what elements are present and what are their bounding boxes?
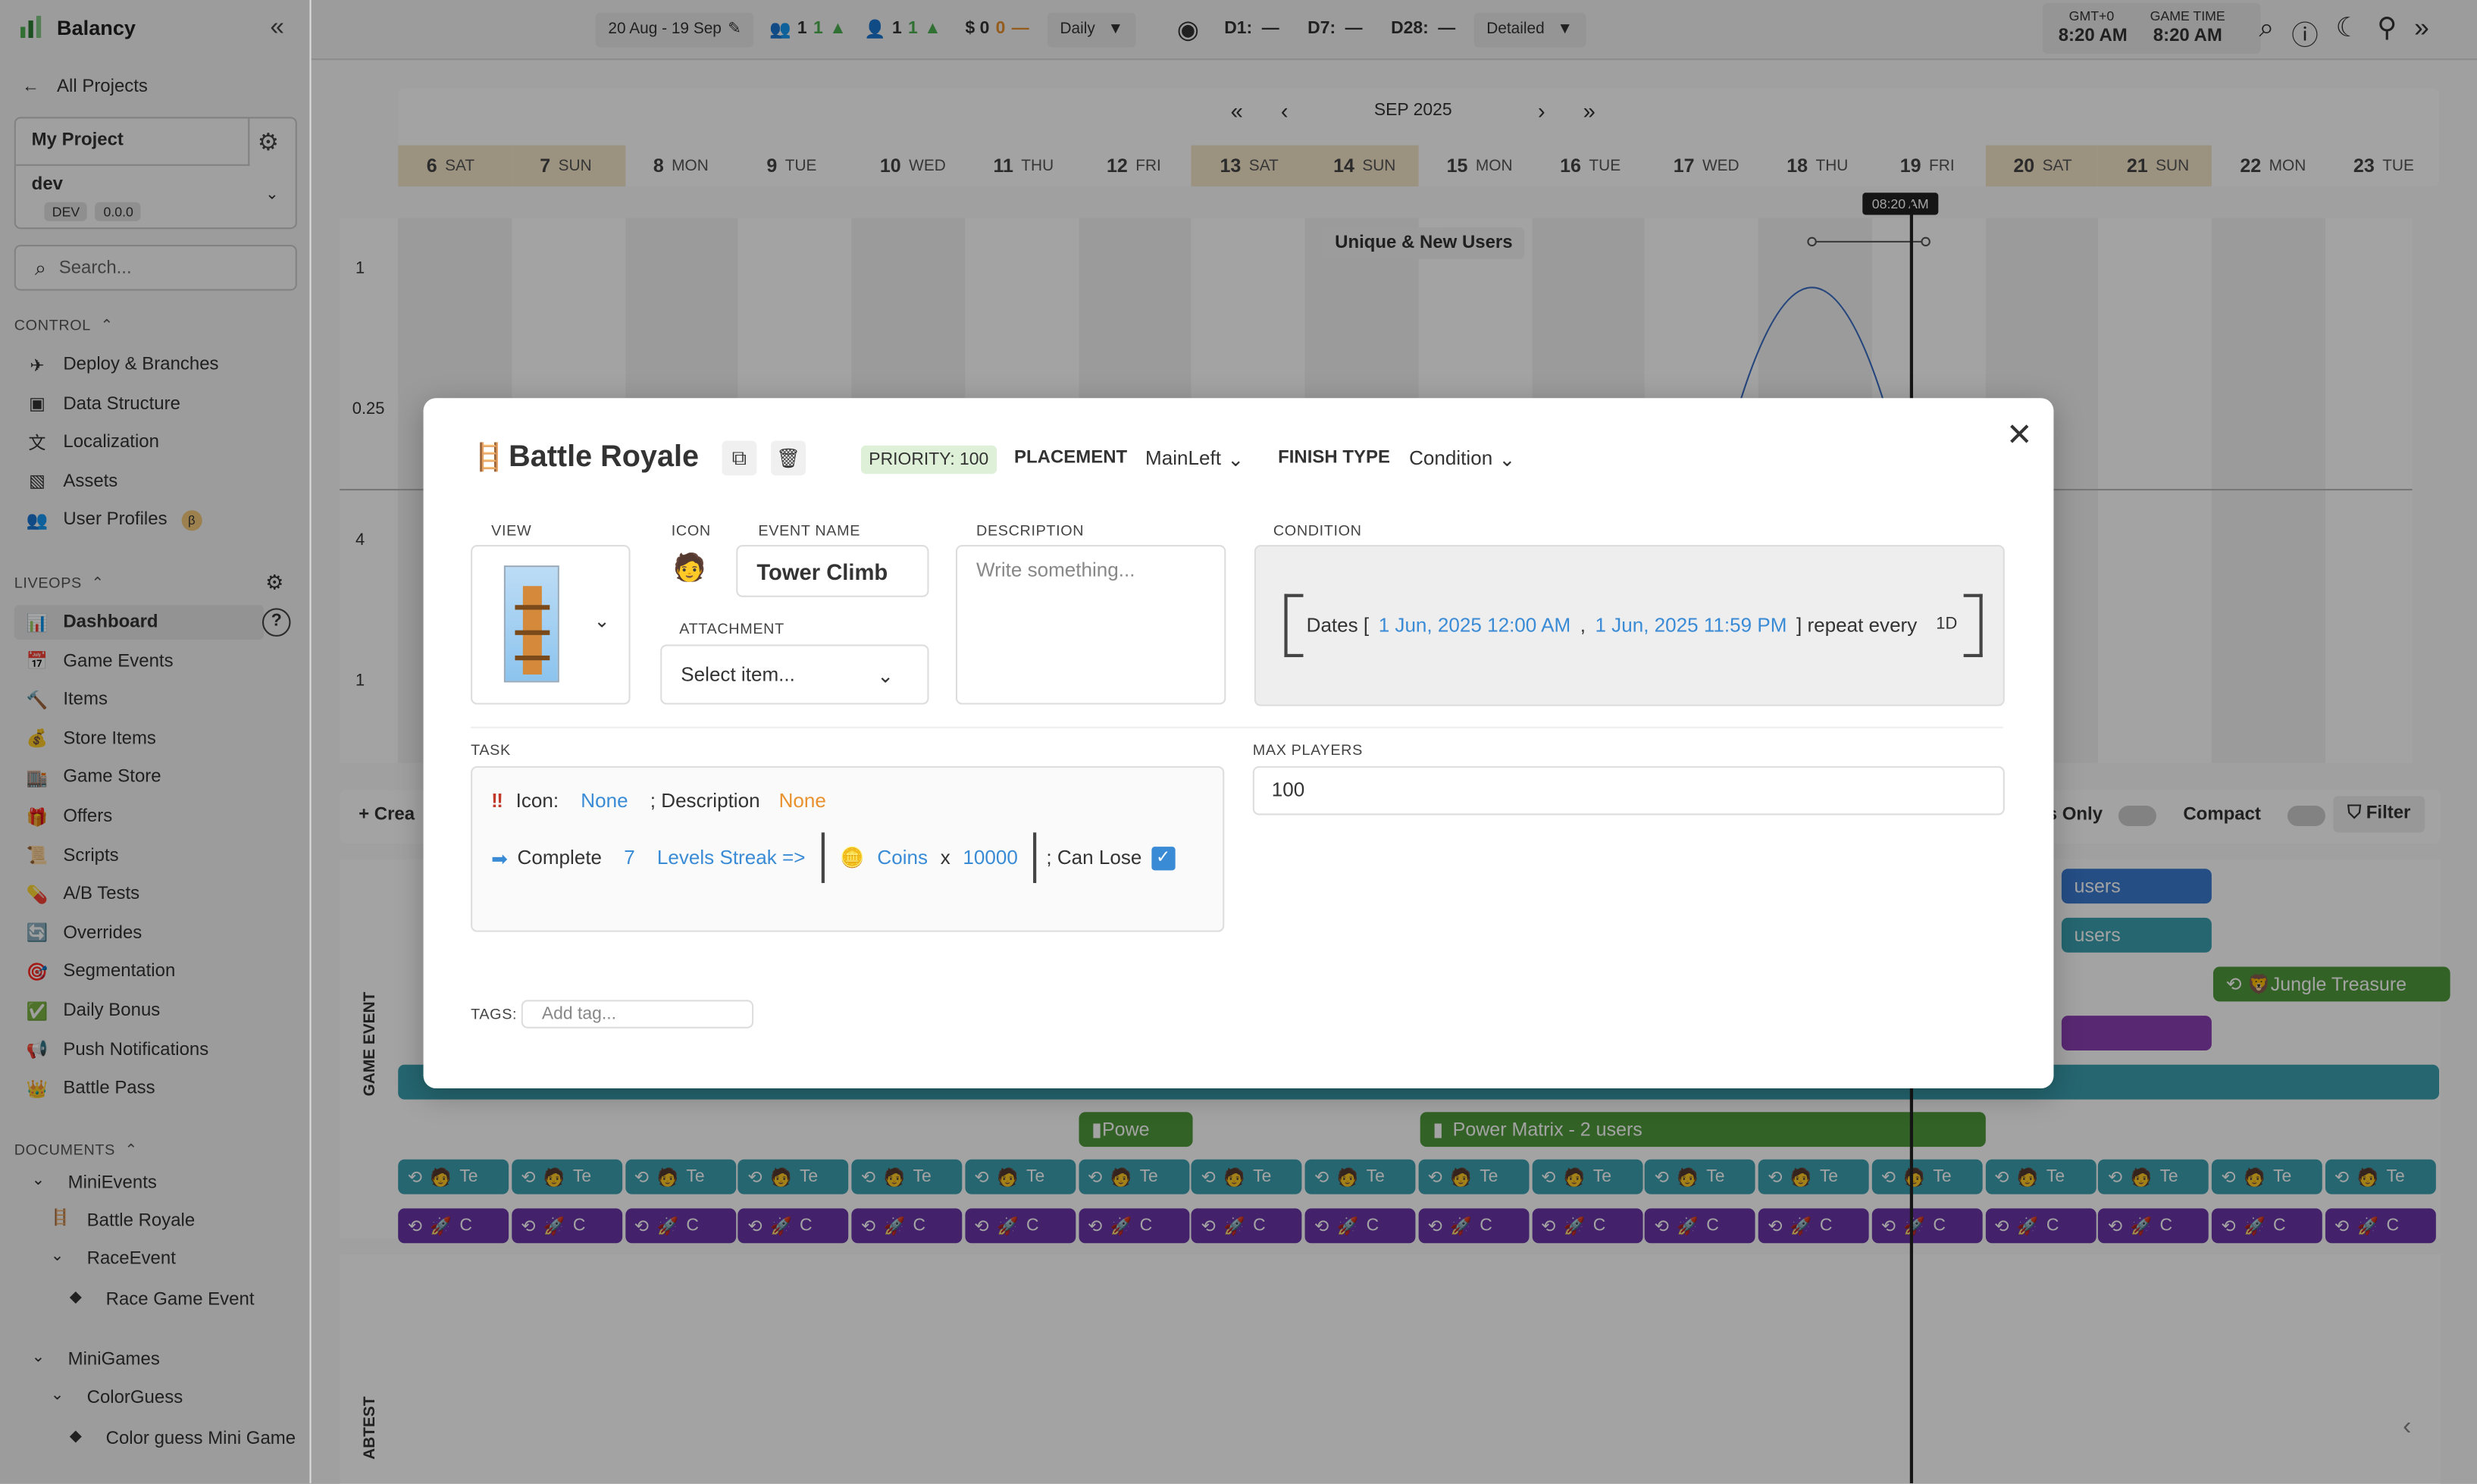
condition-editor[interactable]: Dates [ 1 Jun, 2025 12:00 AM , 1 Jun, 20… [1254,545,2005,706]
trash-icon[interactable]: 🗑 [771,440,806,476]
task-count[interactable]: 7 [624,847,634,869]
chevron-down-icon: ⌄ [877,664,894,687]
tags-input[interactable]: Add tag... [521,1000,754,1028]
description-textarea[interactable]: Write something... [955,545,1226,705]
task-icon-value[interactable]: None [581,790,628,812]
ladder-icon: 🪜 [472,442,506,473]
view-preview-image [503,565,559,683]
exclamation-icon: ‼ [491,790,503,812]
event-icon-picker[interactable]: 🧑 [673,553,706,584]
can-lose-checkbox[interactable]: ✓ [1151,846,1176,870]
condition-end-date[interactable]: 1 Jun, 2025 11:59 PM [1595,615,1787,637]
placement-select[interactable]: MainLeft ⌄ [1145,447,1244,471]
finish-type-label: FINISH TYPE [1278,448,1390,468]
finish-type-select[interactable]: Condition ⌄ [1409,447,1515,471]
copy-icon[interactable]: ⧉ [722,440,757,476]
sidebar-overlay [0,0,310,1484]
task-description-value[interactable]: None [779,790,826,812]
coins-icon: 🪙 [840,846,865,869]
attachment-select[interactable]: Select item... ⌄ [660,644,929,705]
chevron-left-icon[interactable]: ‹ [2403,1414,2411,1442]
arrow-right-icon: ➡ [491,847,509,870]
reward-bracket[interactable]: 🪙 Coins x 10000 [821,832,1037,884]
event-name-input[interactable]: Tower Climb [736,545,929,597]
close-icon[interactable]: ✕ [2006,415,2033,455]
sidebar: Balancy « ← All Projects My Project ⚙ de… [0,0,312,1484]
task-editor[interactable]: ‼ Icon: None ; Description None ➡ Comple… [471,765,1225,932]
modal-title: Battle Royale [509,440,699,474]
max-players-input[interactable]: 100 [1252,765,2005,816]
placement-label: PLACEMENT [1014,448,1128,468]
condition-start-date[interactable]: 1 Jun, 2025 12:00 AM [1379,615,1570,637]
chevron-down-icon: ⌄ [1227,448,1245,471]
chevron-down-icon: ⌄ [1498,448,1516,471]
chevron-down-icon: ⌄ [593,609,610,632]
priority-badge: PRIORITY: 100 [860,445,997,474]
repeat-interval[interactable]: 1D [1936,615,1957,637]
event-editor-modal: 🪜 Battle Royale ⧉ 🗑 PRIORITY: 100 PLACEM… [423,398,2054,1089]
view-selector[interactable]: ⌄ [471,545,631,705]
